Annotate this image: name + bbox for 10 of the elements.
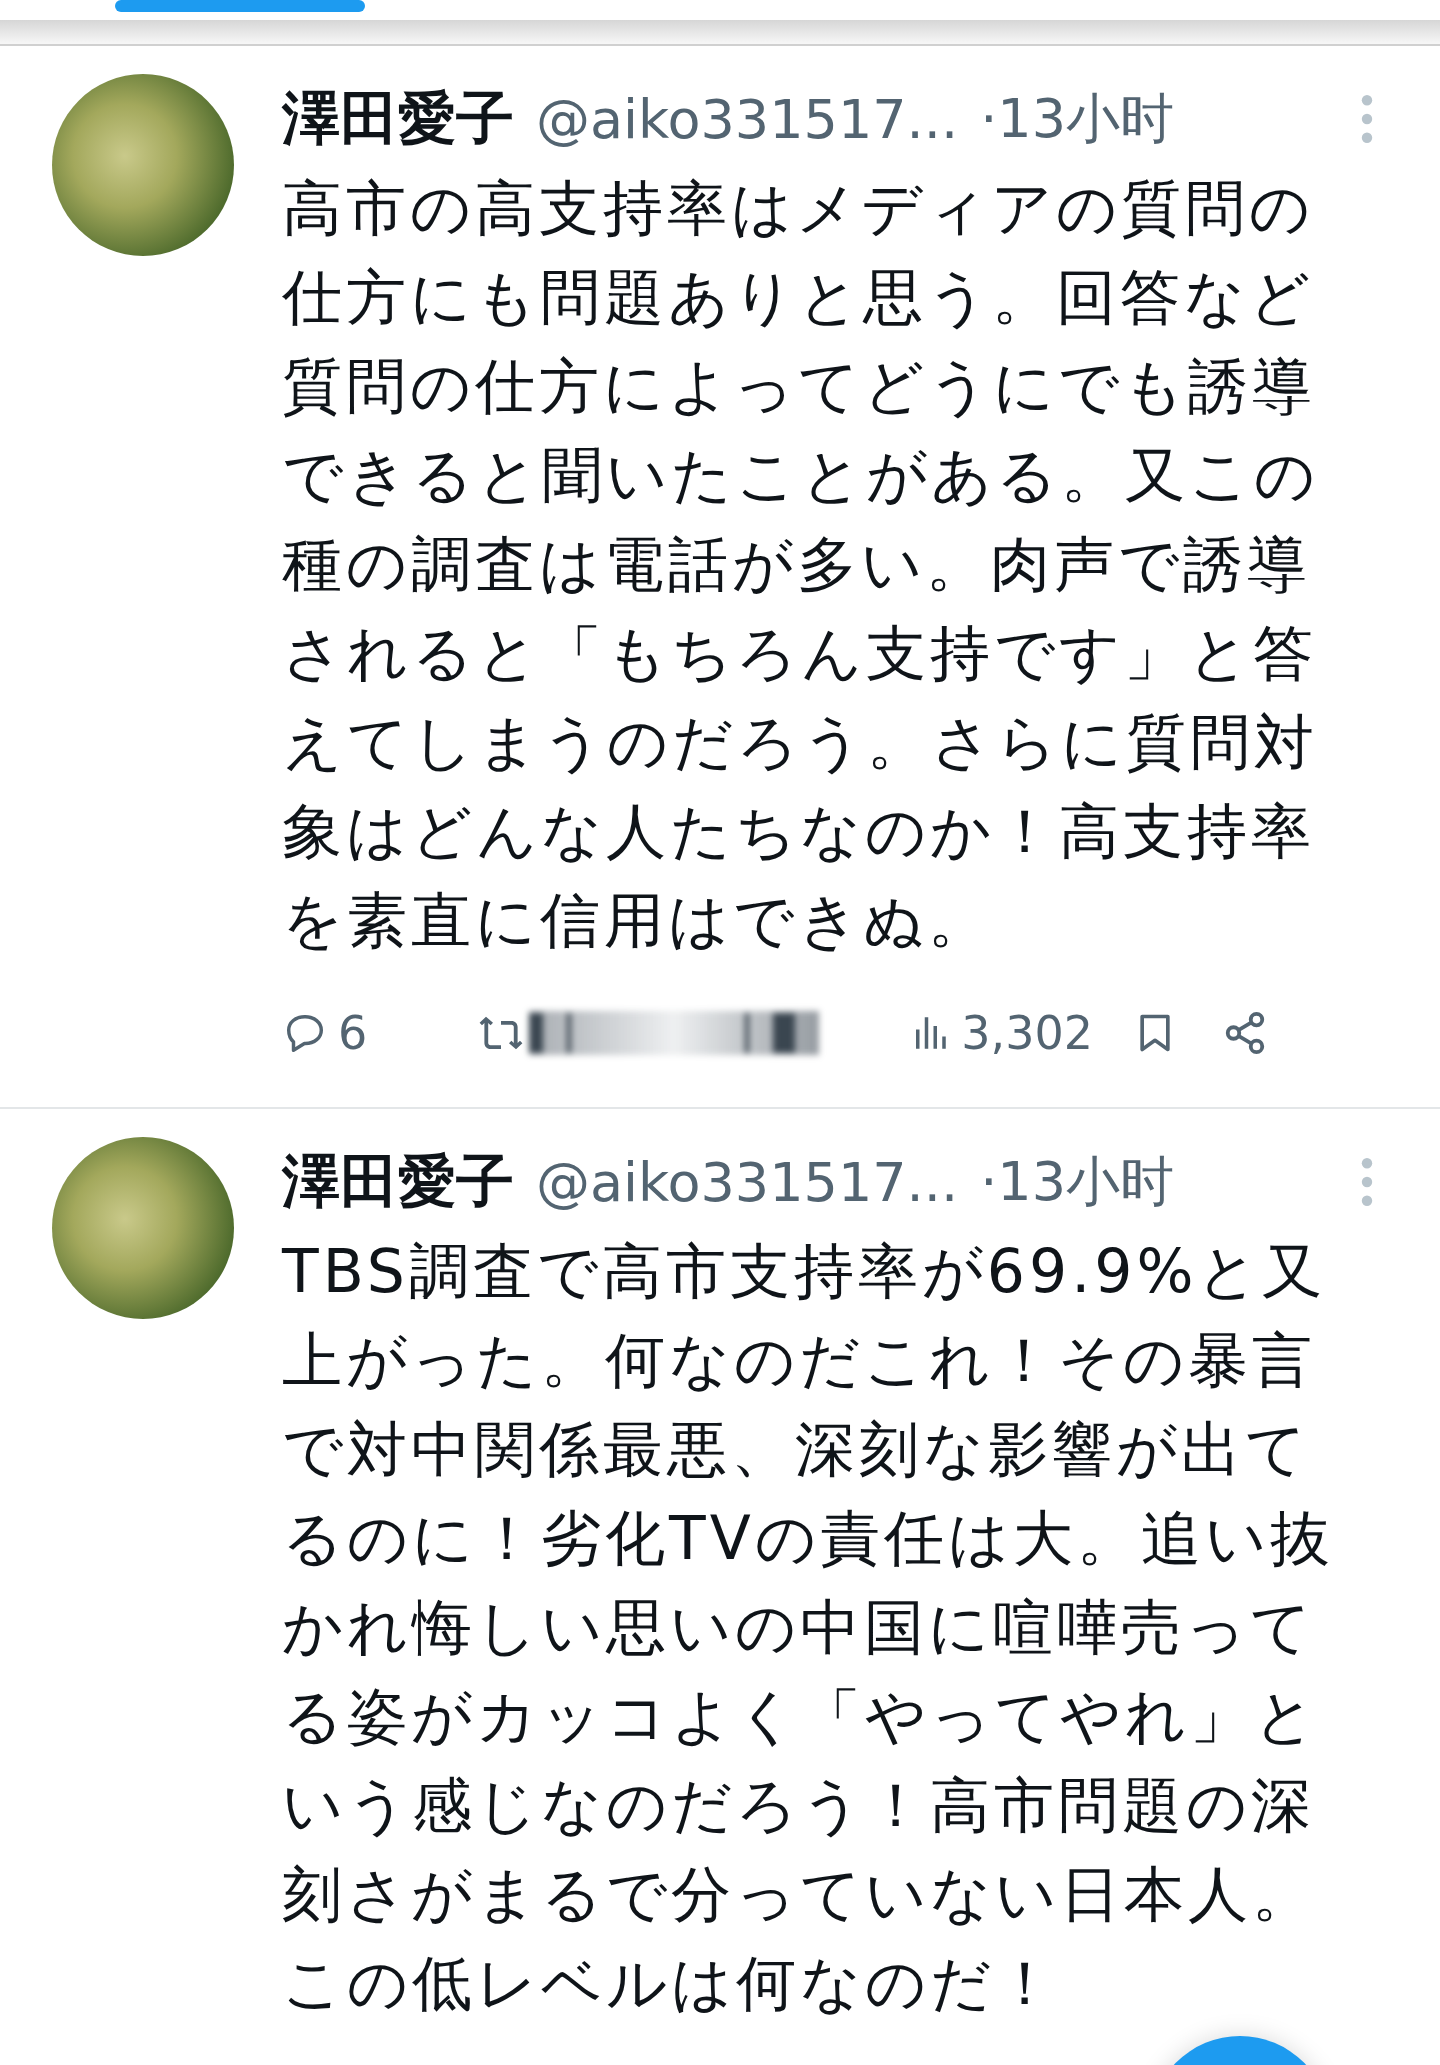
post-time[interactable]: ·13小时 <box>980 82 1174 156</box>
post-time[interactable]: ·13小时 <box>980 1145 1174 1219</box>
author-handle[interactable]: @aiko331517... <box>536 1150 959 1214</box>
tweet-text: TBS調査で高市支持率が69.9%と又上がった。何なのだこれ！その暴言で対中関係最悪、深刻な影響が出てるのに！劣化TVの責任は大。追い抜かれ悔しい思いの中国に喧嘩売ってる姿がカッコよく「やってやれ」という感じなのだろう！高市問題の深刻さがまるで分っていない日本人。この低レベルは何なのだ！ <box>282 1235 1335 2020</box>
author-name[interactable]: 澤田愛子 <box>282 80 514 158</box>
tweet-text: 高市の高支持率はメディアの質問の仕方にも問題ありと思う。回答など質問の仕方によってどうにでも誘導できると聞いたことがある。又この種の調査は電話が多い。肉声で誘導されると「もちろん支持です」と答えてしまうのだろう。さらに質問対象はどんな人たちなのか！高支持率を素直に信用はできぬ。 <box>282 172 1320 957</box>
view-count: 3,302 <box>961 1006 1093 1060</box>
author-name[interactable]: 澤田愛子 <box>282 1143 514 1221</box>
author-handle[interactable]: @aiko331517... <box>536 87 959 151</box>
reply-count: 6 <box>338 1006 368 1060</box>
